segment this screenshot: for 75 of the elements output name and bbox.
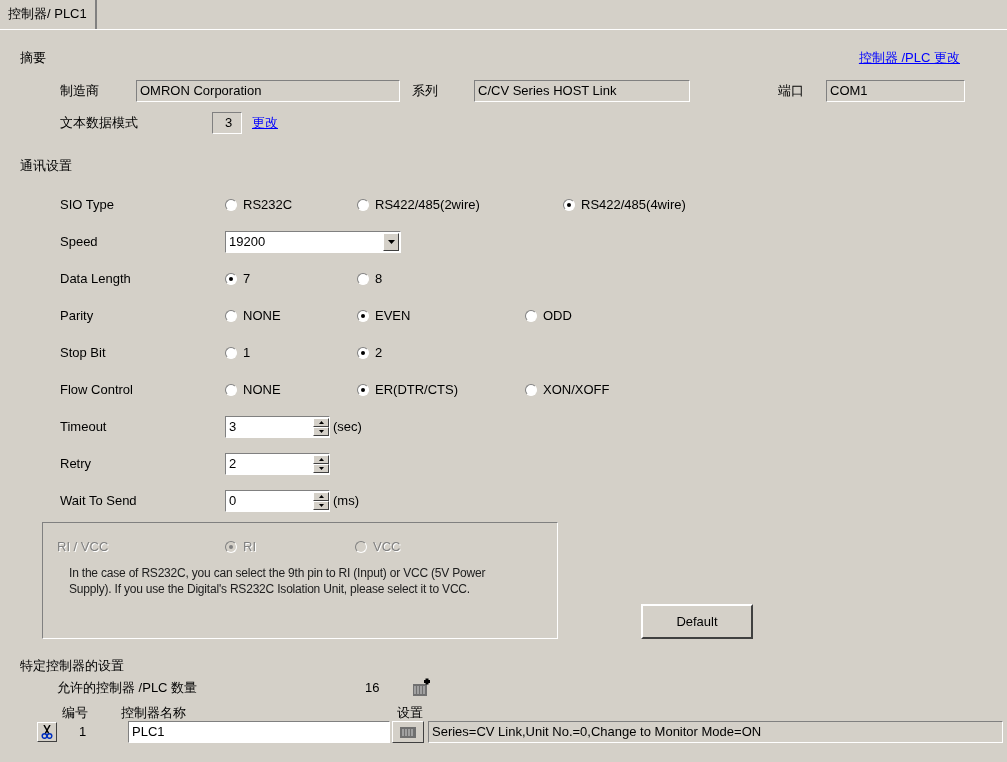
radio-button[interactable] — [357, 272, 369, 285]
column-header: 控制器名称 — [121, 705, 187, 720]
section-title: 通讯设置 — [20, 158, 72, 173]
radio-label: VCC — [373, 538, 401, 556]
radio-button[interactable] — [357, 383, 369, 396]
radio-label: XON/XOFF — [543, 380, 610, 399]
text-mode-field: 3 — [212, 112, 242, 134]
radio-button[interactable] — [525, 309, 537, 322]
radio-button[interactable] — [357, 346, 369, 359]
radio-button[interactable] — [225, 309, 237, 322]
setting-label: SIO Type — [60, 195, 115, 214]
setting-label: Speed — [60, 232, 99, 251]
number-field[interactable]: 3 — [225, 415, 330, 438]
settings-button[interactable] — [392, 720, 424, 743]
default-button[interactable]: Default — [641, 604, 753, 639]
setting-label: Timeout — [60, 417, 108, 436]
manufacturer-field: OMRON Corporation — [136, 80, 400, 102]
ri-vcc-note: In the case of RS232C, you can select the 9th pin to RI (Input) or VCC (5V Power Supply). If you use the Digital's RS232C Isolation Unit, please select it to VCC. — [68, 564, 487, 597]
change-link[interactable]: 更改 — [252, 113, 278, 133]
radio-label: NONE — [243, 380, 281, 399]
column-header: 编号 — [61, 705, 89, 720]
device-rack-icon — [399, 724, 417, 739]
radio-label: RI — [243, 538, 256, 556]
spinner-arrows-icon[interactable] — [313, 454, 329, 473]
radio-label: ODD — [543, 306, 572, 325]
port-label: 端口 — [777, 82, 805, 101]
setting-label: Stop Bit — [60, 343, 107, 362]
text-mode-label: 文本数据模式 — [60, 114, 139, 133]
setting-label: Data Length — [60, 269, 132, 288]
radio-button[interactable] — [563, 198, 575, 211]
radio-label: 8 — [375, 269, 383, 288]
change-plc-link[interactable]: 控制器 /PLC 更改 — [858, 48, 960, 68]
radio-button[interactable] — [357, 309, 369, 322]
section-title: 摘要 — [20, 49, 46, 68]
setting-label: Parity — [60, 306, 95, 325]
plc-count: 16 — [365, 678, 381, 697]
radio-label: 1 — [243, 343, 251, 362]
number-field[interactable]: 2 — [225, 452, 330, 475]
section-title: 特定控制器的设置 — [20, 658, 124, 673]
add-device-icon[interactable] — [411, 677, 431, 698]
radio-button[interactable] — [225, 383, 237, 396]
radio-button[interactable] — [225, 346, 237, 359]
radio-label: RS422/485(4wire) — [581, 195, 686, 214]
radio-button[interactable] — [225, 272, 237, 285]
unit-label: (sec) — [333, 417, 362, 436]
radio-button[interactable] — [225, 198, 237, 211]
setting-label: Retry — [60, 454, 93, 473]
manufacturer-label: 制造商 — [60, 82, 100, 101]
port-field: COM1 — [826, 80, 965, 102]
radio-label: NONE — [243, 306, 281, 325]
spinner-arrows-icon[interactable] — [313, 417, 329, 436]
unit-label: (ms) — [333, 491, 359, 510]
radio-label: RS232C — [243, 195, 293, 214]
scissors-icon — [41, 724, 53, 739]
series-field: C/CV Series HOST Link — [474, 80, 690, 102]
speed-dropdown[interactable]: 19200 — [225, 230, 401, 253]
series-label: 系列 — [411, 82, 439, 101]
device-name-field[interactable]: PLC1 — [128, 720, 390, 743]
setting-label: Flow Control — [60, 380, 134, 399]
number-field[interactable]: 0 — [225, 489, 330, 512]
radio-label: 7 — [243, 269, 251, 288]
radio-button[interactable] — [357, 198, 369, 211]
setting-label: Wait To Send — [60, 491, 138, 510]
radio-label: RS422/485(2wire) — [375, 195, 480, 214]
cut-button[interactable] — [37, 721, 57, 742]
radio-button[interactable] — [525, 383, 537, 396]
radio-label: 2 — [375, 343, 383, 362]
row-number: 1 — [79, 722, 88, 741]
column-header: 设置 — [397, 705, 423, 720]
plc-count-label: 允许的控制器 /PLC 数量 — [57, 678, 199, 697]
radio-label: EVEN — [375, 306, 411, 325]
radio-label: ER(DTR/CTS) — [375, 380, 459, 399]
spinner-arrows-icon[interactable] — [313, 491, 329, 510]
ri-vcc-label: RI / VCC — [57, 538, 110, 556]
settings-summary-field: Series=CV Link,Unit No.=0,Change to Monitor Mode=ON — [428, 720, 1003, 743]
